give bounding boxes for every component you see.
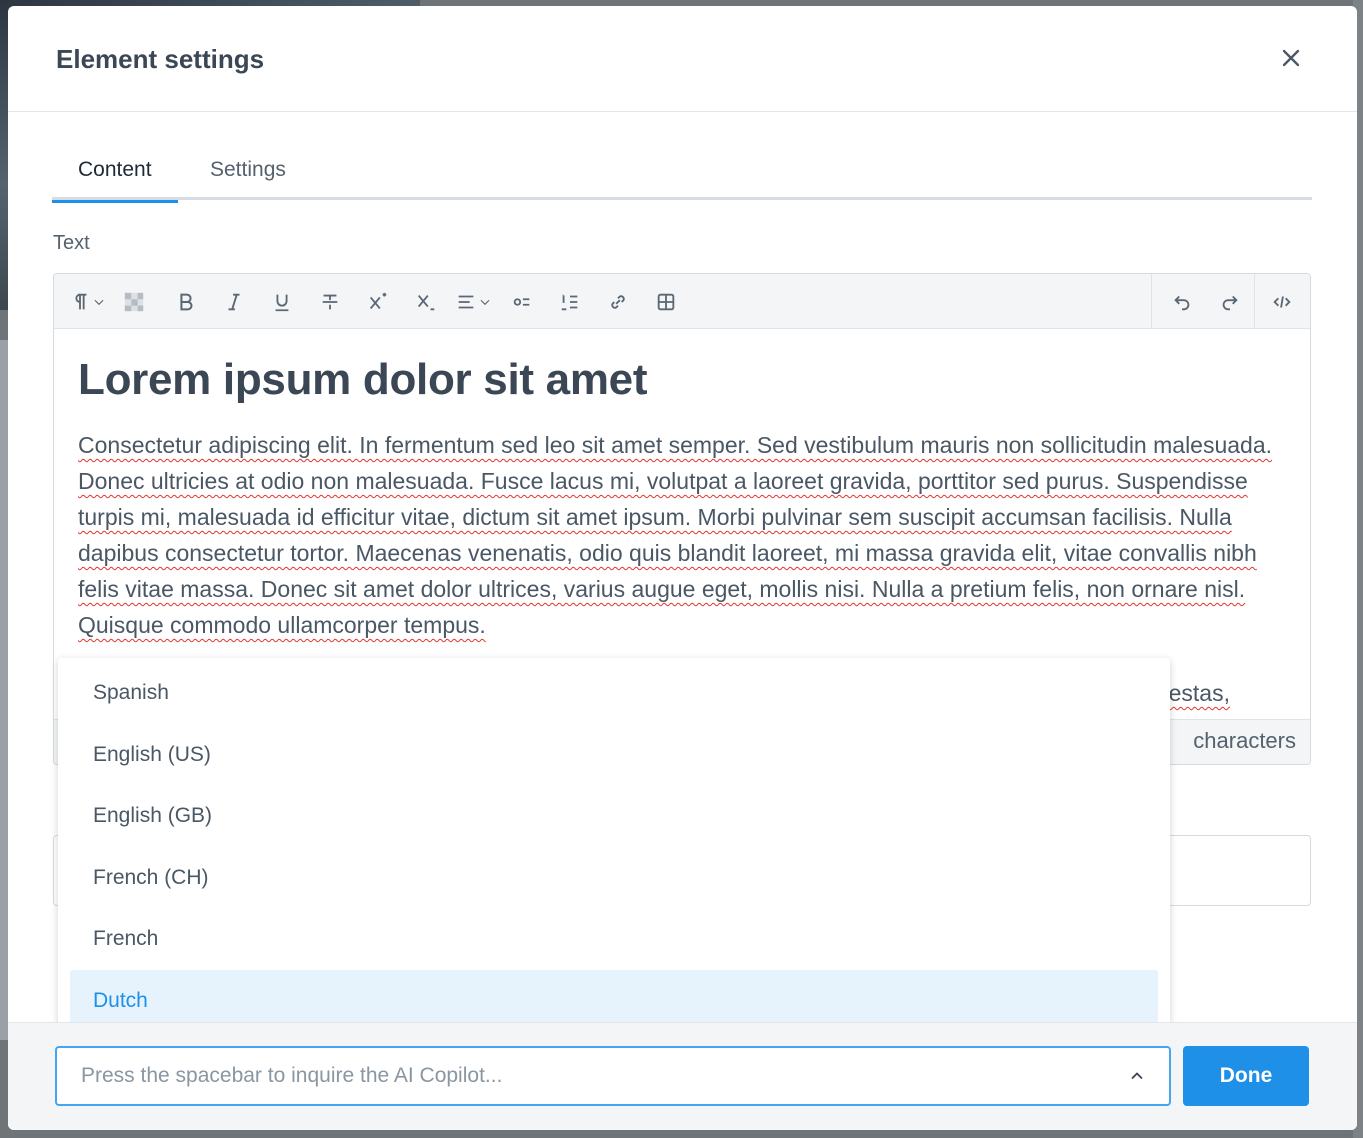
undo-icon	[1174, 295, 1190, 311]
chevron-down-icon	[94, 299, 104, 306]
language-option-spanish[interactable]: Spanish	[70, 662, 1158, 724]
numbered-list-button[interactable]	[554, 286, 586, 318]
strikethrough-button[interactable]	[314, 286, 346, 318]
numbered-list-icon	[561, 294, 578, 311]
language-option-english-us[interactable]: English (US)	[70, 724, 1158, 786]
bold-button[interactable]	[170, 286, 202, 318]
editor-paragraph: Consectetur adipiscing elit. In fermentu…	[78, 432, 1273, 638]
modal-title: Element settings	[56, 44, 265, 74]
superscript-icon	[369, 292, 387, 310]
modal-header: Element settings	[8, 6, 1357, 112]
link-icon	[611, 295, 625, 309]
tab-bar: Content Settings	[52, 146, 1312, 203]
link-button[interactable]	[602, 286, 634, 318]
undo-button[interactable]	[1166, 286, 1198, 318]
toolbar-separator	[1151, 274, 1152, 329]
modal-footer: Done	[8, 1022, 1357, 1130]
code-view-icon	[1273, 296, 1291, 308]
chevron-up-icon[interactable]	[1127, 1066, 1147, 1086]
table-button[interactable]	[650, 286, 682, 318]
italic-icon	[228, 293, 240, 311]
text-field-label: Text	[53, 232, 90, 254]
language-option-english-gb[interactable]: English (GB)	[70, 785, 1158, 847]
table-icon	[657, 293, 675, 311]
editor-heading: Lorem ipsum dolor sit amet	[78, 355, 648, 404]
language-dropdown: Spanish English (US) English (GB) French…	[58, 658, 1170, 1032]
bullet-list-icon	[513, 298, 530, 306]
element-settings-modal: Element settings Content Settings Text L…	[8, 6, 1357, 1130]
background-page-edge-left	[0, 340, 8, 1040]
ai-copilot-field	[55, 1046, 1171, 1106]
editor-toolbar	[54, 274, 1310, 329]
code-view-button[interactable]	[1266, 286, 1298, 318]
paragraph-format-dropdown[interactable]	[88, 286, 110, 318]
align-dropdown[interactable]	[474, 286, 496, 318]
redo-button[interactable]	[1214, 286, 1246, 318]
checkerboard-icon	[124, 292, 144, 312]
tab-settings[interactable]: Settings	[184, 156, 312, 200]
superscript-button[interactable]	[362, 286, 394, 318]
bold-icon	[180, 293, 193, 311]
bullet-list-button[interactable]	[506, 286, 538, 318]
language-option-french-ch[interactable]: French (CH)	[70, 847, 1158, 909]
close-button[interactable]	[1277, 44, 1305, 72]
language-option-french[interactable]: French	[70, 908, 1158, 970]
tab-content[interactable]: Content	[52, 156, 178, 203]
strikethrough-icon	[322, 294, 338, 310]
character-count: characters	[1193, 728, 1296, 753]
ai-copilot-input[interactable]	[57, 1048, 1097, 1104]
redo-icon	[1222, 295, 1238, 311]
close-icon	[1282, 49, 1300, 67]
underline-icon	[275, 294, 289, 312]
done-button[interactable]: Done	[1183, 1046, 1309, 1106]
italic-button[interactable]	[218, 286, 250, 318]
chevron-down-icon	[480, 299, 490, 306]
toolbar-separator	[1254, 274, 1255, 329]
underline-button[interactable]	[266, 286, 298, 318]
background-color-button[interactable]	[118, 286, 150, 318]
subscript-icon	[417, 294, 435, 311]
subscript-button[interactable]	[410, 286, 442, 318]
